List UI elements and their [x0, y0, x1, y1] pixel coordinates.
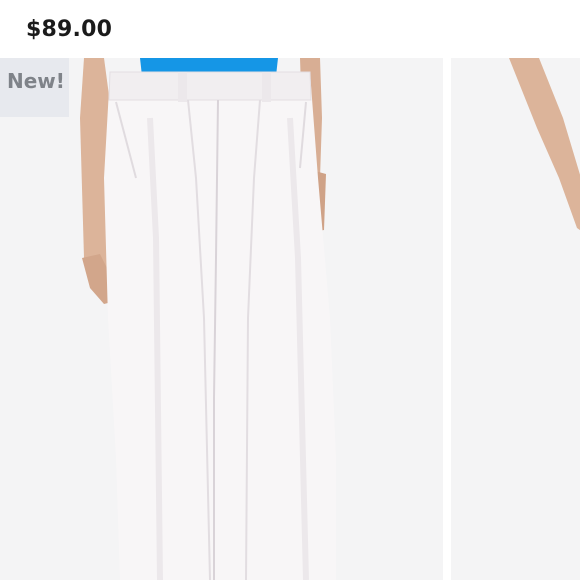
product-photo-next[interactable]: [451, 58, 580, 580]
trousers-photo: [0, 58, 443, 580]
image-carousel[interactable]: [0, 58, 580, 580]
next-photo-preview: [451, 58, 580, 580]
product-photo-front[interactable]: [0, 58, 443, 580]
price-header: $89.00: [0, 0, 580, 58]
product-price: $89.00: [26, 17, 113, 42]
new-badge-label: New!: [7, 69, 65, 93]
